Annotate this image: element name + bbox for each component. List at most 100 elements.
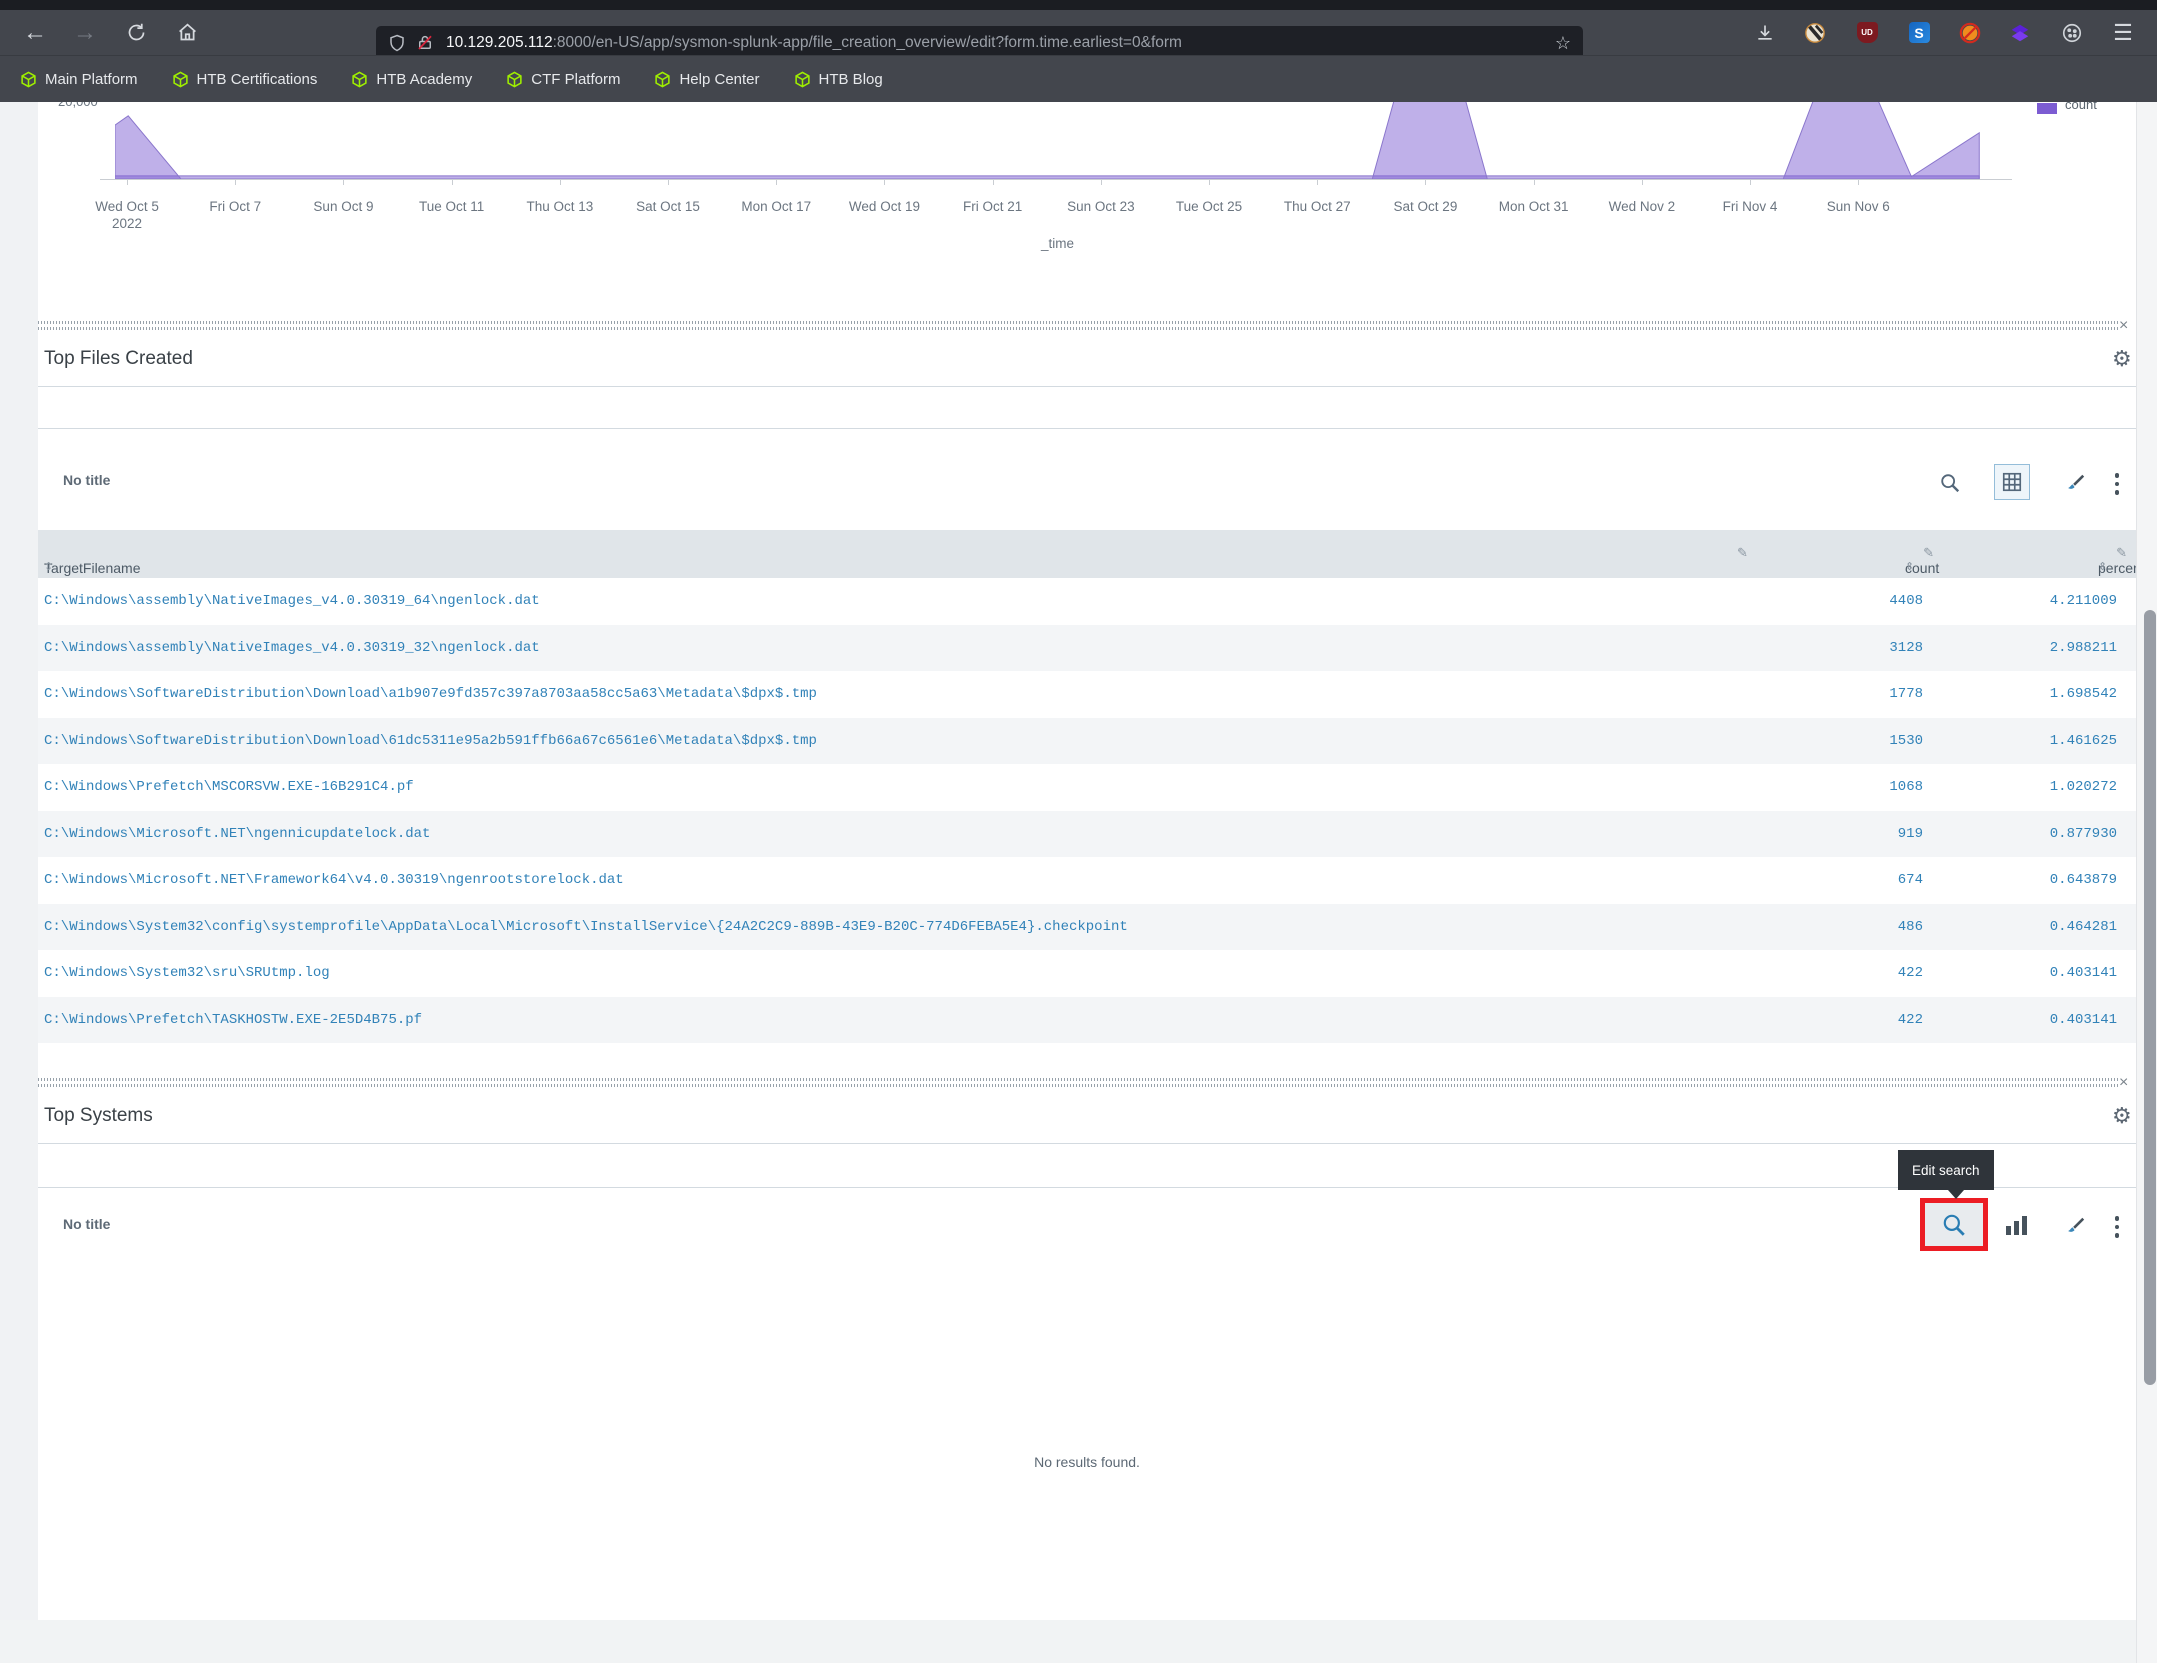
panel-drag-handle[interactable] xyxy=(38,321,2118,334)
area-chart[interactable] xyxy=(115,102,2000,179)
insecure-lock-icon[interactable] xyxy=(416,33,434,53)
bookmark-star-icon[interactable]: ☆ xyxy=(1555,33,1571,54)
bookmark-item[interactable]: Help Center xyxy=(654,71,759,88)
window-top-strip xyxy=(0,0,2157,10)
viz-title-top-files: No title xyxy=(63,472,110,488)
column-edit-pencil-icon[interactable]: ✎ xyxy=(1737,545,1748,561)
cell-percent[interactable]: 0.464281 xyxy=(2050,919,2117,935)
cell-percent[interactable]: 0.403141 xyxy=(2050,965,2117,981)
chart-viz-type-icon[interactable] xyxy=(2006,1215,2028,1235)
home-icon[interactable] xyxy=(172,10,202,55)
cell-percent[interactable]: 1.698542 xyxy=(2050,686,2117,702)
cell-percent[interactable]: 2.988211 xyxy=(2050,640,2117,656)
url-text[interactable]: 10.129.205.112:8000/en-US/app/sysmon-spl… xyxy=(446,34,1547,52)
cell-percent[interactable]: 1.020272 xyxy=(2050,779,2117,795)
x-axis-label: Mon Oct 31 xyxy=(1499,198,1569,215)
panel-drag-handle[interactable] xyxy=(38,1078,2118,1091)
cell-count[interactable]: 422 xyxy=(1898,1012,1923,1028)
bookmark-item[interactable]: HTB Academy xyxy=(351,71,472,88)
column-edit-pencil-icon[interactable]: ✎ xyxy=(2116,545,2127,561)
cell-percent[interactable]: 0.643879 xyxy=(2050,872,2117,888)
cell-count[interactable]: 422 xyxy=(1898,965,1923,981)
panel-menu-kebab-icon[interactable] xyxy=(2114,1216,2120,1238)
bookmark-label: HTB Certifications xyxy=(197,71,318,88)
badger-extension-icon[interactable] xyxy=(1800,10,1830,55)
menu-hamburger-icon[interactable]: ☰ xyxy=(2108,10,2138,55)
htb-cube-icon xyxy=(506,71,523,88)
cell-percent[interactable]: 1.461625 xyxy=(2050,733,2117,749)
x-axis-tick xyxy=(668,180,669,185)
downloads-icon[interactable] xyxy=(1750,10,1780,55)
cell-count[interactable]: 1068 xyxy=(1889,779,1923,795)
edit-search-highlight-box[interactable] xyxy=(1920,1198,1988,1251)
divider xyxy=(38,428,2136,429)
x-axis-tick xyxy=(452,180,453,185)
cell-percent[interactable]: 0.403141 xyxy=(2050,1012,2117,1028)
shield-permissions-icon[interactable] xyxy=(388,33,406,53)
table-row[interactable]: C:\Windows\Microsoft.NET\Framework64\v4.… xyxy=(38,857,2136,904)
htb-cube-icon xyxy=(351,71,368,88)
page-left-margin xyxy=(0,102,38,1620)
cell-target-filename[interactable]: C:\Windows\System32\sru\SRUtmp.log xyxy=(44,965,330,981)
cell-count[interactable]: 1778 xyxy=(1889,686,1923,702)
cell-count[interactable]: 674 xyxy=(1898,872,1923,888)
bookmark-label: HTB Academy xyxy=(376,71,472,88)
layers-extension-icon[interactable] xyxy=(2005,10,2035,55)
table-row[interactable]: C:\Windows\Microsoft.NET\ngennicupdatelo… xyxy=(38,811,2136,858)
cell-count[interactable]: 4408 xyxy=(1889,593,1923,609)
bookmark-label: Help Center xyxy=(679,71,759,88)
cell-count[interactable]: 919 xyxy=(1898,826,1923,842)
panel-close-icon[interactable]: × xyxy=(2119,1075,2128,1091)
x-axis-label: Thu Oct 13 xyxy=(526,198,593,215)
format-brush-icon[interactable] xyxy=(2063,1214,2087,1238)
x-axis-tick xyxy=(993,180,994,185)
cell-target-filename[interactable]: C:\Windows\Prefetch\MSCORSVW.EXE-16B291C… xyxy=(44,779,414,795)
cookie-settings-icon[interactable] xyxy=(2057,10,2087,55)
reload-icon[interactable] xyxy=(121,10,151,55)
table-row[interactable]: C:\Windows\Prefetch\TASKHOSTW.EXE-2E5D4B… xyxy=(38,997,2136,1044)
panel-gear-icon[interactable]: ⚙ xyxy=(2112,1105,2132,1127)
x-axis-label: Sun Oct 9 xyxy=(313,198,373,215)
cell-target-filename[interactable]: C:\Windows\Microsoft.NET\Framework64\v4.… xyxy=(44,872,624,888)
cell-target-filename[interactable]: C:\Windows\SoftwareDistribution\Download… xyxy=(44,733,817,749)
cell-count[interactable]: 3128 xyxy=(1889,640,1923,656)
table-row[interactable]: C:\Windows\assembly\NativeImages_v4.0.30… xyxy=(38,578,2136,625)
cell-count[interactable]: 1530 xyxy=(1889,733,1923,749)
foxyproxy-disabled-icon[interactable] xyxy=(1955,10,1985,55)
table-row[interactable]: C:\Windows\System32\config\systemprofile… xyxy=(38,904,2136,951)
cell-target-filename[interactable]: C:\Windows\assembly\NativeImages_v4.0.30… xyxy=(44,640,540,656)
panel-gear-icon[interactable]: ⚙ xyxy=(2112,348,2132,370)
cell-target-filename[interactable]: C:\Windows\System32\config\systemprofile… xyxy=(44,919,1128,935)
bookmark-item[interactable]: Main Platform xyxy=(20,71,138,88)
bookmark-item[interactable]: HTB Certifications xyxy=(172,71,318,88)
bookmark-item[interactable]: CTF Platform xyxy=(506,71,620,88)
bookmark-item[interactable]: HTB Blog xyxy=(794,71,883,88)
back-icon[interactable]: ← xyxy=(20,10,50,55)
scrollbar-thumb[interactable] xyxy=(2144,610,2156,1385)
ublock-extension-icon[interactable]: UD xyxy=(1852,10,1882,55)
panel-close-icon[interactable]: × xyxy=(2119,318,2128,334)
table-row[interactable]: C:\Windows\SoftwareDistribution\Download… xyxy=(38,671,2136,718)
format-brush-icon[interactable] xyxy=(2063,471,2087,495)
column-edit-pencil-icon[interactable]: ✎ xyxy=(1923,545,1934,561)
table-row[interactable]: C:\Windows\SoftwareDistribution\Download… xyxy=(38,718,2136,765)
cell-target-filename[interactable]: C:\Windows\Microsoft.NET\ngennicupdatelo… xyxy=(44,826,430,842)
table-row[interactable]: C:\Windows\System32\sru\SRUtmp.log 422 0… xyxy=(38,950,2136,997)
table-row[interactable]: C:\Windows\assembly\NativeImages_v4.0.30… xyxy=(38,625,2136,672)
cell-percent[interactable]: 0.877930 xyxy=(2050,826,2117,842)
cell-percent[interactable]: 4.211009 xyxy=(2050,593,2117,609)
cell-target-filename[interactable]: C:\Windows\Prefetch\TASKHOSTW.EXE-2E5D4B… xyxy=(44,1012,422,1028)
table-header: TargetFilename ⇕ ✎ count ⇕ ✎ percent ⇕ ✎ xyxy=(38,530,2136,578)
bookmark-label: CTF Platform xyxy=(531,71,620,88)
cell-target-filename[interactable]: C:\Windows\assembly\NativeImages_v4.0.30… xyxy=(44,593,540,609)
cell-count[interactable]: 486 xyxy=(1898,919,1923,935)
table-viz-type-icon[interactable] xyxy=(1994,464,2030,500)
s-extension-icon[interactable]: S xyxy=(1904,10,1934,55)
x-axis-tick xyxy=(1101,180,1102,185)
cell-target-filename[interactable]: C:\Windows\SoftwareDistribution\Download… xyxy=(44,686,817,702)
table-row[interactable]: C:\Windows\Prefetch\MSCORSVW.EXE-16B291C… xyxy=(38,764,2136,811)
x-axis-label: Wed Nov 2 xyxy=(1609,198,1676,215)
panel-menu-kebab-icon[interactable] xyxy=(2114,473,2120,495)
forward-icon[interactable]: → xyxy=(70,10,100,55)
edit-search-icon[interactable] xyxy=(1938,471,1962,495)
